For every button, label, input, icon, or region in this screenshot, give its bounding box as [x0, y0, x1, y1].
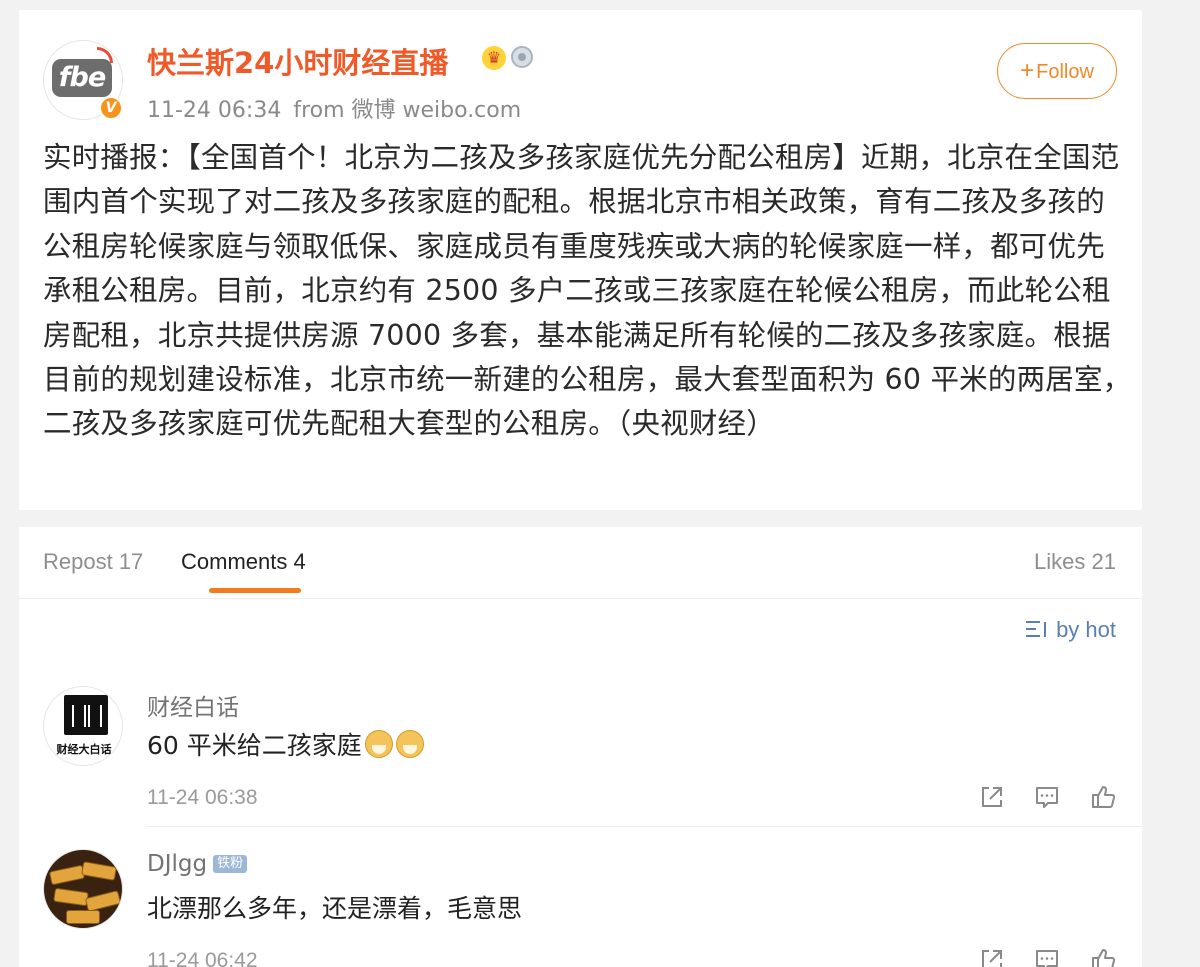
sort-label: by hot	[1056, 617, 1116, 642]
thumbs-up-icon[interactable]	[1090, 784, 1116, 810]
post-card: fbe V 快兰斯24小时财经直播 ♛ 11-24 06:34 from 微博 w…	[19, 10, 1142, 510]
gold-bar-graphic	[81, 861, 117, 881]
author-avatar[interactable]: fbe V	[43, 40, 123, 120]
author-name[interactable]: 快兰斯24小时财经直播	[147, 40, 448, 82]
doge-icon	[395, 730, 424, 758]
comment-actions	[979, 945, 1119, 967]
comment-text-body: 60 平米给二孩家庭	[147, 731, 362, 760]
verified-icon: V	[99, 96, 123, 120]
comment-divider	[147, 826, 1142, 827]
comment-text: 北漂那么多年，还是漂着，毛意思	[147, 894, 523, 923]
follow-label: Follow	[1036, 61, 1094, 83]
post-time: 11-24 06:34	[147, 98, 282, 123]
weibo-post-detail: fbe V 快兰斯24小时财经直播 ♛ 11-24 06:34 from 微博 w…	[0, 0, 1200, 967]
comment-time: 11-24 06:38	[147, 786, 258, 809]
tab-repost[interactable]: Repost 17	[43, 549, 143, 575]
fan-badge: 铁粉	[213, 855, 248, 873]
commenter-avatar[interactable]: 财经大白话	[43, 686, 123, 766]
commenter-name[interactable]: 财经白话	[147, 688, 239, 722]
crown-icon: ♛	[482, 46, 506, 70]
commenter-avatar[interactable]	[43, 849, 123, 929]
comment-icon[interactable]	[1034, 784, 1060, 810]
comment-icon[interactable]	[1034, 947, 1060, 967]
plus-icon: +	[1020, 57, 1035, 84]
tab-likes[interactable]: Likes 21	[1034, 549, 1116, 575]
avatar-caption: 财经大白话	[56, 743, 112, 756]
sort-by-hot-button[interactable]: by hot	[1026, 617, 1116, 643]
commenter-name[interactable]: DJlgg	[147, 851, 207, 877]
thumbs-up-icon[interactable]	[1090, 947, 1116, 967]
comment-item: DJlgg 铁粉 北漂那么多年，还是漂着，毛意思 11-24 06:42	[19, 845, 1142, 967]
comments-card: Repost 17 Comments 4 Likes 21 by hot 财经大…	[19, 527, 1142, 967]
sort-icon	[1026, 619, 1050, 639]
gold-bar-graphic	[53, 887, 89, 907]
gold-bar-graphic	[66, 910, 100, 924]
tab-comments[interactable]: Comments 4	[181, 549, 306, 575]
post-meta: 11-24 06:34 from 微博 weibo.com	[147, 92, 521, 124]
comment-text: 60 平米给二孩家庭	[147, 726, 424, 762]
post-source: from 微博 weibo.com	[293, 98, 522, 123]
avatar-board-graphic	[64, 695, 108, 735]
active-tab-indicator	[209, 588, 301, 593]
tabs-bar: Repost 17 Comments 4 Likes 21	[19, 527, 1142, 599]
doge-icon	[364, 730, 393, 758]
share-icon[interactable]	[979, 947, 1005, 967]
follow-button[interactable]: + Follow	[997, 43, 1117, 99]
comment-time: 11-24 06:42	[147, 949, 258, 967]
comment-actions	[979, 782, 1119, 814]
medal-icon	[511, 46, 533, 68]
gold-bar-graphic	[84, 890, 122, 912]
comment-item: 财经大白话 财经白话 60 平米给二孩家庭 11-24 06:38	[19, 682, 1142, 827]
fbe-logo: fbe	[52, 59, 112, 97]
commenter-name-row: DJlgg 铁粉	[147, 851, 248, 877]
share-icon[interactable]	[979, 784, 1005, 810]
post-body: 实时播报：【全国首个！北京为二孩及多孩家庭优先分配公租房】近期，北京在全国范围内…	[43, 141, 1132, 441]
gold-bar-graphic	[48, 864, 86, 886]
